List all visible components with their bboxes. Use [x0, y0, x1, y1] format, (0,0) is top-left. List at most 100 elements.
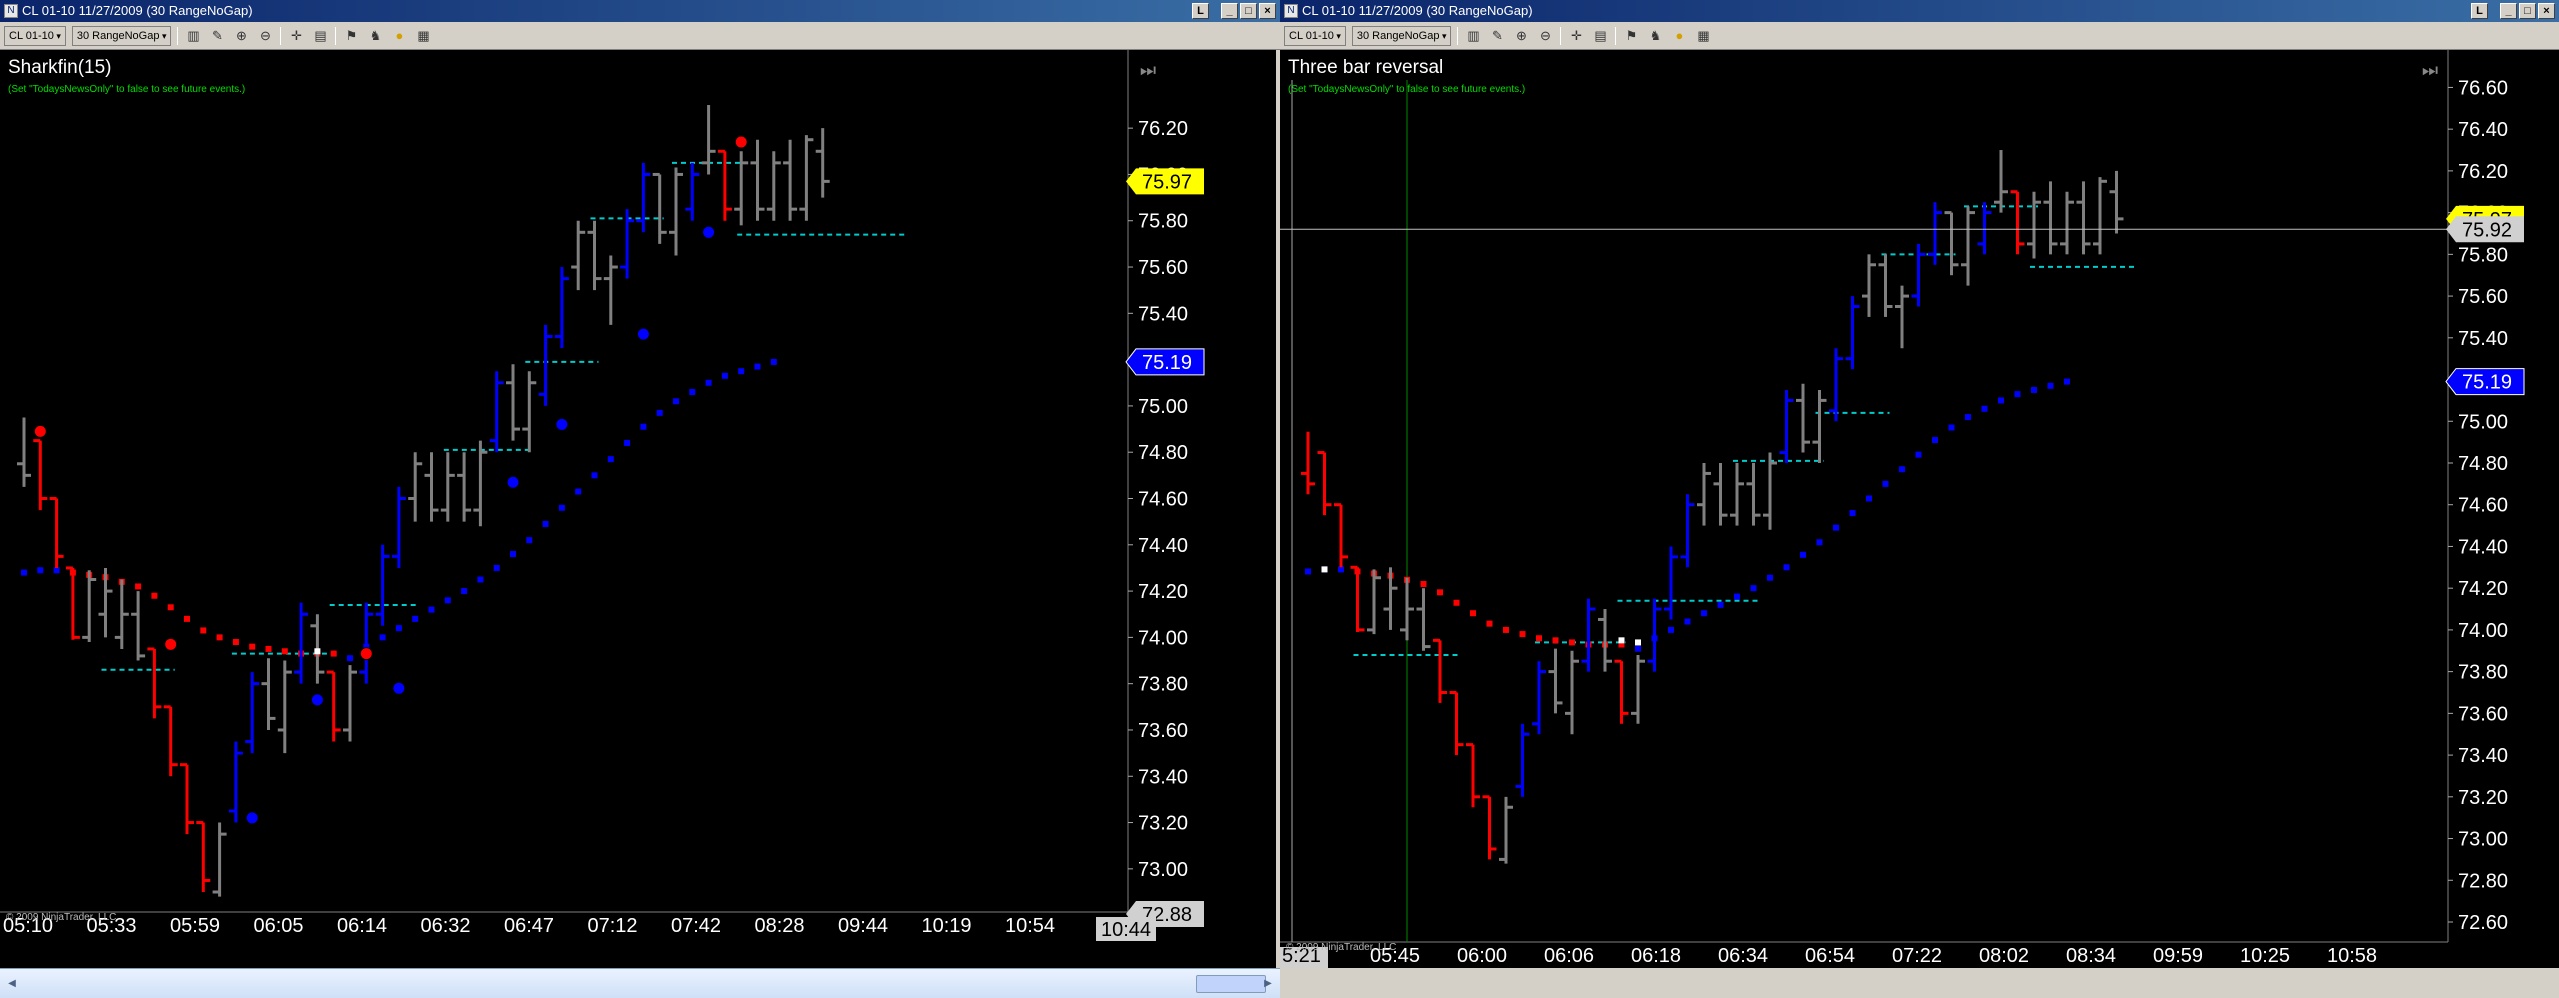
window-controls: L _ □ × — [1192, 3, 1276, 19]
stop-dot — [265, 645, 272, 652]
stop-dot — [1849, 510, 1856, 517]
skip-end-icon[interactable]: ⏭ — [2418, 60, 2442, 80]
signal-marker — [314, 648, 321, 655]
chart-toolbar: CL 01-10 30 RangeNoGap ▥ ✎ ⊕ ⊖ ✛ ▤ ⚑ ♞ ●… — [1280, 22, 2559, 50]
price-tick-label: 74.20 — [1138, 581, 1188, 603]
pencil-icon[interactable]: ✎ — [208, 27, 226, 45]
time-tick-label: 06:18 — [1631, 945, 1681, 967]
price-tick-label: 74.20 — [2458, 578, 2508, 600]
period-select[interactable]: 30 RangeNoGap — [71, 25, 172, 46]
zoom-in-icon[interactable]: ⊕ — [1512, 27, 1530, 45]
chart-toolbar: CL 01-10 30 RangeNoGap ▥ ✎ ⊕ ⊖ ✛ ▤ ⚑ ♞ ●… — [0, 22, 1280, 50]
minimize-button[interactable]: _ — [2500, 3, 2517, 19]
stop-dot — [21, 569, 27, 576]
current-time-label: 10:44 — [1101, 919, 1151, 941]
price-tick-label: 74.80 — [2458, 453, 2508, 475]
stop-dot — [2031, 386, 2037, 393]
stop-dot — [607, 456, 614, 463]
scroll-thumb[interactable] — [1196, 975, 1266, 993]
zoom-in-icon[interactable]: ⊕ — [232, 27, 250, 45]
strategies-icon[interactable]: ♞ — [366, 27, 384, 45]
stop-dot — [1833, 524, 1839, 531]
pencil-icon[interactable]: ✎ — [1488, 27, 1506, 45]
stop-dot — [1948, 424, 1955, 431]
signal-marker — [392, 681, 406, 695]
link-button[interactable]: L — [1192, 3, 1209, 19]
strategies-icon[interactable]: ♞ — [1646, 27, 1664, 45]
stop-dot — [1965, 414, 1971, 421]
horizontal-scrollbar[interactable]: ◀ ▶ — [0, 968, 1280, 998]
price-tick-label: 75.60 — [2458, 286, 2508, 308]
close-button[interactable]: × — [1259, 3, 1276, 19]
stop-dot — [1767, 574, 1773, 581]
three-bar-reversal-chart[interactable]: 76.6076.4076.2076.0075.8075.6075.4075.20… — [1280, 50, 2559, 968]
stop-dot — [37, 567, 44, 574]
time-tick-label: 06:54 — [1805, 945, 1855, 967]
news-note: (Set "TodaysNewsOnly" to false to see fu… — [1288, 84, 1526, 95]
price-tick-label: 73.40 — [1138, 766, 1188, 788]
minimize-button[interactable]: _ — [1221, 3, 1238, 19]
stop-dot — [1437, 589, 1443, 596]
stop-dot — [493, 564, 500, 571]
indicators-icon[interactable]: ⚑ — [1622, 27, 1640, 45]
properties-icon[interactable]: ▤ — [311, 27, 329, 45]
properties-icon[interactable]: ▤ — [1591, 27, 1609, 45]
maximize-button[interactable]: □ — [2519, 3, 2536, 19]
link-button[interactable]: L — [2471, 3, 2488, 19]
time-tick-label: 10:54 — [1005, 915, 1055, 937]
data-box-icon[interactable]: ▦ — [414, 27, 432, 45]
alerts-icon[interactable]: ● — [390, 27, 408, 45]
zoom-out-icon[interactable]: ⊖ — [1536, 27, 1554, 45]
chart-panel[interactable]: 76.2076.0075.8075.6075.4075.2075.0074.80… — [0, 50, 1276, 968]
window-title: CL 01-10 11/27/2009 (30 RangeNoGap) — [22, 3, 253, 18]
instrument-select[interactable]: CL 01-10 — [1284, 25, 1346, 46]
stop-dot — [1932, 437, 1938, 444]
indicators-icon[interactable]: ⚑ — [342, 27, 360, 45]
stop-dot — [216, 634, 223, 641]
crosshair-icon[interactable]: ✛ — [287, 27, 305, 45]
stop-dot — [53, 567, 60, 574]
stop-dot — [1503, 626, 1509, 633]
skip-end-icon[interactable]: ⏭ — [1136, 60, 1160, 80]
scroll-right-icon[interactable]: ▶ — [1258, 973, 1278, 995]
price-tick-label: 74.00 — [2458, 620, 2508, 642]
time-tick-label: 06:00 — [1457, 945, 1507, 967]
price-tick-label: 76.60 — [2458, 77, 2508, 99]
bar-type-icon[interactable]: ▥ — [184, 27, 202, 45]
stop-dot — [1536, 635, 1542, 642]
price-tick-label: 75.00 — [2458, 411, 2508, 433]
price-tick-label: 73.00 — [1138, 859, 1188, 881]
zoom-out-icon[interactable]: ⊖ — [256, 27, 274, 45]
time-tick-label: 10:19 — [921, 915, 971, 937]
period-select[interactable]: 30 RangeNoGap — [1351, 25, 1452, 46]
price-tick-label: 74.60 — [1138, 489, 1188, 511]
crosshair-icon[interactable]: ✛ — [1567, 27, 1585, 45]
title-bar[interactable]: N CL 01-10 11/27/2009 (30 RangeNoGap) L … — [1280, 0, 2559, 22]
price-tick-label: 74.00 — [1138, 627, 1188, 649]
sharkfin-chart[interactable]: 76.2076.0075.8075.6075.4075.2075.0074.80… — [0, 50, 1276, 968]
time-tick-label: 07:22 — [1892, 945, 1942, 967]
stop-dot — [1668, 626, 1674, 633]
bar-type-icon[interactable]: ▥ — [1464, 27, 1482, 45]
app-icon: N — [4, 4, 18, 18]
alerts-icon[interactable]: ● — [1670, 27, 1688, 45]
copyright-label: © 2009 NinjaTrader, LLC — [1286, 942, 1397, 953]
title-bar[interactable]: N CL 01-10 11/27/2009 (30 RangeNoGap) L … — [0, 0, 1280, 22]
maximize-button[interactable]: □ — [1240, 3, 1257, 19]
scroll-left-icon[interactable]: ◀ — [2, 973, 22, 995]
time-tick-label: 06:14 — [337, 915, 387, 937]
price-tick-label: 73.40 — [2458, 745, 2508, 767]
data-box-icon[interactable]: ▦ — [1694, 27, 1712, 45]
stop-dot — [444, 597, 451, 604]
price-tick-label: 74.80 — [1138, 442, 1188, 464]
price-tick-label: 74.60 — [2458, 495, 2508, 517]
stop-dot — [461, 588, 468, 595]
signal-marker — [245, 811, 259, 825]
price-tick-label: 75.00 — [1138, 396, 1188, 418]
close-button[interactable]: × — [2538, 3, 2555, 19]
stop-dot — [1882, 480, 1889, 487]
price-tick-label: 75.40 — [2458, 328, 2508, 350]
instrument-select[interactable]: CL 01-10 — [4, 25, 66, 46]
chart-panel[interactable]: 76.6076.4076.2076.0075.8075.6075.4075.20… — [1280, 50, 2559, 968]
window-title: CL 01-10 11/27/2009 (30 RangeNoGap) — [1302, 3, 1533, 18]
